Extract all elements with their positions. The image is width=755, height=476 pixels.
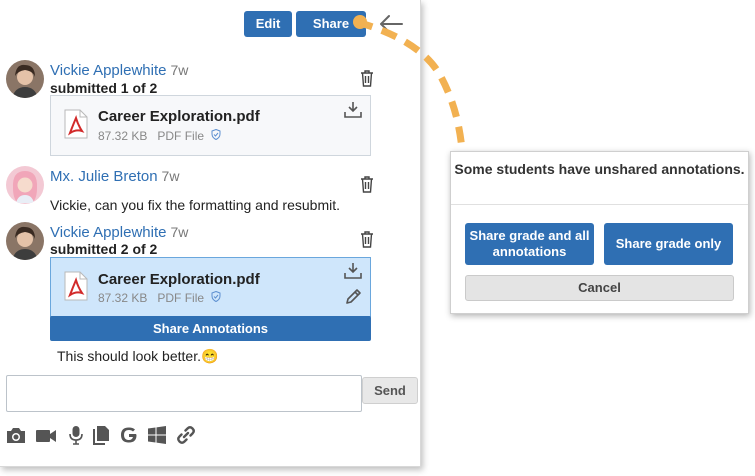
download-icon[interactable] <box>343 101 363 119</box>
back-arrow-icon[interactable] <box>378 11 404 37</box>
file-card[interactable]: Career Exploration.pdf 87.32 KB PDF File <box>50 95 371 156</box>
trash-icon[interactable] <box>360 231 374 248</box>
timestamp: 7w <box>161 168 180 184</box>
shield-check-icon <box>211 128 221 141</box>
file-type: PDF File <box>157 291 205 305</box>
author-name[interactable]: Vickie Applewhite 7w <box>50 224 188 241</box>
avatar <box>6 60 44 98</box>
file-size: 87.32 KB <box>98 129 148 143</box>
camera-icon[interactable] <box>5 425 27 445</box>
windows-icon[interactable] <box>146 425 168 445</box>
video-icon[interactable] <box>35 425 57 445</box>
dialog-divider <box>451 204 748 205</box>
submission-label: submitted 1 of 2 <box>50 80 158 96</box>
cancel-button[interactable]: Cancel <box>465 275 734 301</box>
file-name[interactable]: Career Exploration.pdf <box>98 108 260 125</box>
submission-label: submitted 2 of 2 <box>50 241 158 257</box>
share-button[interactable]: Share <box>296 11 366 37</box>
send-button[interactable]: Send <box>362 377 418 404</box>
message-text: Vickie, can you fix the formatting and r… <box>50 197 340 213</box>
unshared-annotations-dialog: Some students have unshared annotations.… <box>450 151 749 314</box>
author-name[interactable]: Vickie Applewhite 7w <box>50 62 188 79</box>
trash-icon[interactable] <box>360 176 374 193</box>
author-name[interactable]: Mx. Julie Breton 7w <box>50 168 179 185</box>
file-meta: 87.32 KB PDF File <box>98 290 221 305</box>
google-icon[interactable] <box>118 425 140 445</box>
dialog-message: Some students have unshared annotations. <box>454 161 745 177</box>
link-icon[interactable] <box>175 425 197 445</box>
share-grade-only-button[interactable]: Share grade only <box>604 223 733 265</box>
file-size: 87.32 KB <box>98 291 148 305</box>
pdf-icon <box>64 271 88 301</box>
author-name-text[interactable]: Vickie Applewhite <box>50 224 166 241</box>
file-meta: 87.32 KB PDF File <box>98 128 221 143</box>
file-name[interactable]: Career Exploration.pdf <box>98 271 260 288</box>
documents-icon[interactable] <box>90 425 112 445</box>
author-name-text[interactable]: Vickie Applewhite <box>50 62 166 79</box>
feedback-panel: Edit Share Vickie Applewhite 7w submitted… <box>0 0 421 467</box>
shield-check-icon <box>211 290 221 303</box>
file-card-selected[interactable]: Career Exploration.pdf 87.32 KB PDF File <box>50 257 371 317</box>
avatar <box>6 166 44 204</box>
pdf-icon <box>64 109 88 139</box>
microphone-icon[interactable] <box>65 425 87 445</box>
timestamp: 7w <box>170 62 189 78</box>
edit-button[interactable]: Edit <box>244 11 292 37</box>
share-grade-and-annotations-button[interactable]: Share grade and all annotations <box>465 223 594 265</box>
trash-icon[interactable] <box>360 70 374 87</box>
message-text: This should look better.😁 <box>57 348 219 364</box>
pencil-edit-icon[interactable] <box>344 287 364 305</box>
comment-input[interactable] <box>6 375 362 412</box>
avatar <box>6 222 44 260</box>
file-type: PDF File <box>157 129 205 143</box>
download-icon[interactable] <box>343 262 363 280</box>
share-annotations-button[interactable]: Share Annotations <box>50 316 371 341</box>
author-name-text[interactable]: Mx. Julie Breton <box>50 168 158 185</box>
timestamp: 7w <box>170 224 189 240</box>
